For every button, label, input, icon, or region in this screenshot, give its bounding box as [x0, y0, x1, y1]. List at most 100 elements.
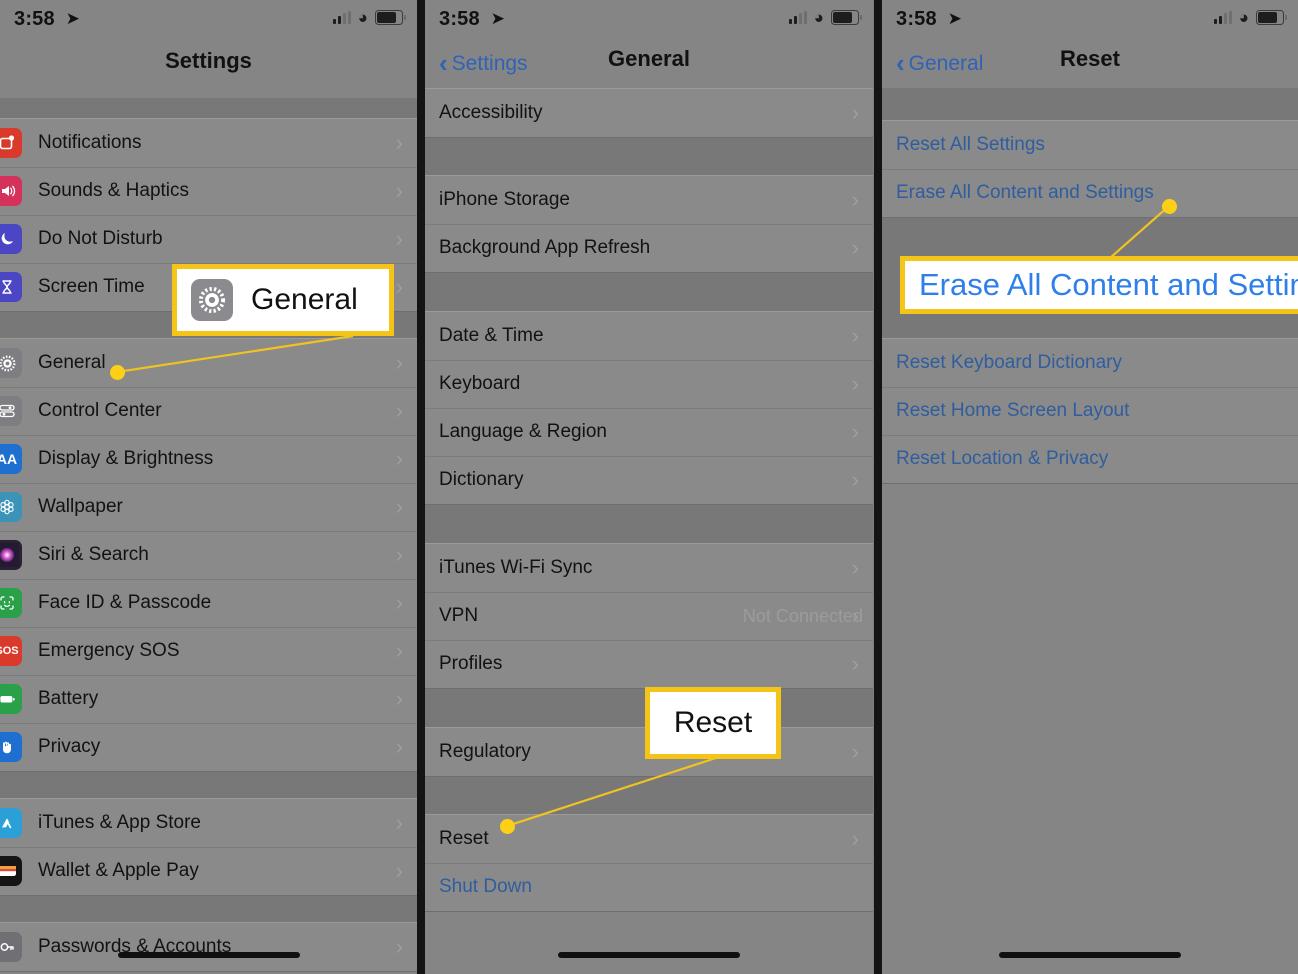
iphone-panel-reset: 3:58 ➤ ◕ ‹ General Reset Reset All Setti…	[882, 0, 1298, 974]
sidebar-item-label: Battery	[38, 688, 99, 709]
do-not-disturb-icon	[0, 224, 22, 254]
control-center-icon	[0, 396, 22, 426]
sidebar-item-label: Display & Brightness	[38, 448, 214, 469]
sidebar-item-face-id-passcode[interactable]: Face ID & Passcode ›	[0, 579, 417, 627]
sidebar-item-display-brightness[interactable]: AA Display & Brightness ›	[0, 435, 417, 483]
chevron-right-icon: ›	[851, 323, 859, 348]
page-title: Settings	[165, 48, 252, 73]
list-item-accessibility[interactable]: Accessibility ›	[425, 89, 873, 137]
list-item-label: iPhone Storage	[439, 189, 570, 210]
screen-time-icon	[0, 272, 22, 302]
face-id-icon	[0, 588, 22, 618]
annotation-dot-reset	[500, 819, 515, 834]
battery-icon	[375, 10, 406, 25]
list-item-itunes-wifi-sync[interactable]: iTunes Wi-Fi Sync ›	[425, 544, 873, 592]
group-gap	[425, 505, 873, 543]
list-item-label: Accessibility	[439, 102, 543, 123]
sidebar-item-passwords-accounts[interactable]: Passwords & Accounts ›	[0, 923, 417, 971]
sidebar-item-battery[interactable]: Battery ›	[0, 675, 417, 723]
list-item-label: Reset Home Screen Layout	[896, 400, 1130, 421]
sounds-haptics-icon	[0, 176, 22, 206]
list-item-label: Keyboard	[439, 373, 521, 394]
chevron-right-icon: ›	[395, 734, 403, 759]
list-item-label: Erase All Content and Settings	[896, 182, 1154, 203]
callout-general-label: General	[251, 283, 358, 316]
sidebar-item-wallpaper[interactable]: Wallpaper ›	[0, 483, 417, 531]
status-bar: 3:58 ➤ ◕	[425, 0, 873, 36]
callout-reset: Reset	[645, 687, 781, 759]
sidebar-item-siri-search[interactable]: Siri & Search ›	[0, 531, 417, 579]
list-item-language-region[interactable]: Language & Region ›	[425, 408, 873, 456]
home-indicator	[117, 952, 300, 958]
list-item-reset-home-screen-layout[interactable]: Reset Home Screen Layout	[882, 387, 1298, 435]
chevron-right-icon: ›	[395, 274, 403, 299]
chevron-right-icon: ›	[395, 686, 403, 711]
list-item-label: Reset All Settings	[896, 134, 1045, 155]
general-group-4: iTunes Wi-Fi Sync › VPN Not Connected › …	[425, 543, 873, 689]
status-bar: 3:58 ➤ ◕	[882, 0, 1298, 36]
home-indicator	[558, 952, 740, 958]
list-item-keyboard[interactable]: Keyboard ›	[425, 360, 873, 408]
status-bar-time-text: 3:58	[896, 8, 937, 30]
sidebar-item-notifications[interactable]: Notifications ›	[0, 119, 417, 167]
location-arrow-icon: ➤	[490, 9, 506, 28]
wifi-icon: ◕	[813, 8, 824, 27]
notifications-icon	[0, 128, 22, 158]
status-bar-indicators: ◕	[788, 8, 862, 27]
sidebar-item-label: Control Center	[38, 400, 162, 421]
list-item-reset-keyboard-dictionary[interactable]: Reset Keyboard Dictionary	[882, 339, 1298, 387]
list-item-reset-all-settings[interactable]: Reset All Settings	[882, 121, 1298, 169]
sidebar-item-privacy[interactable]: Privacy ›	[0, 723, 417, 771]
sidebar-item-general[interactable]: General ›	[0, 339, 417, 387]
list-item-vpn[interactable]: VPN Not Connected ›	[425, 592, 873, 640]
sidebar-item-emergency-sos[interactable]: SOS Emergency SOS ›	[0, 627, 417, 675]
sidebar-item-label: Notifications	[38, 132, 142, 153]
list-item-iphone-storage[interactable]: iPhone Storage ›	[425, 176, 873, 224]
list-item-erase-all-content-and-settings[interactable]: Erase All Content and Settings	[882, 169, 1298, 217]
callout-general: General	[172, 264, 394, 336]
callout-erase-label: Erase All Content and Settings	[919, 267, 1298, 302]
list-item-reset-location-privacy[interactable]: Reset Location & Privacy	[882, 435, 1298, 483]
group-gap	[425, 273, 873, 311]
status-bar-time: 3:58 ➤	[14, 8, 80, 31]
list-item-profiles[interactable]: Profiles ›	[425, 640, 873, 688]
list-item-dictionary[interactable]: Dictionary ›	[425, 456, 873, 504]
general-group-3: Date & Time › Keyboard › Language & Regi…	[425, 311, 873, 505]
gear-icon	[0, 348, 22, 378]
sidebar-item-label: Do Not Disturb	[38, 228, 163, 249]
list-item-label: Shut Down	[439, 876, 532, 897]
status-bar-time-text: 3:58	[439, 8, 480, 30]
sidebar-item-sounds-haptics[interactable]: Sounds & Haptics ›	[0, 167, 417, 215]
settings-group-4: Passwords & Accounts ›	[0, 922, 417, 972]
chevron-right-icon: ›	[851, 187, 859, 212]
sidebar-item-label: Screen Time	[38, 276, 145, 297]
list-item-label: Background App Refresh	[439, 237, 651, 258]
sidebar-item-wallet-apple-pay[interactable]: Wallet & Apple Pay ›	[0, 847, 417, 895]
chevron-right-icon: ›	[395, 398, 403, 423]
chevron-right-icon: ›	[851, 100, 859, 125]
general-group-2: iPhone Storage › Background App Refresh …	[425, 175, 873, 273]
sidebar-item-control-center[interactable]: Control Center ›	[0, 387, 417, 435]
list-item-reset[interactable]: Reset ›	[425, 815, 873, 863]
status-bar-time-text: 3:58	[14, 8, 55, 30]
cellular-signal-icon	[1213, 11, 1232, 24]
display-brightness-icon: AA	[0, 444, 22, 474]
location-arrow-icon: ➤	[947, 9, 963, 28]
chevron-right-icon: ›	[851, 651, 859, 676]
screenshot-stage: 3:58 ➤ ◕ Settings Notifications › Sounds…	[0, 0, 1298, 974]
list-item-background-app-refresh[interactable]: Background App Refresh ›	[425, 224, 873, 272]
sidebar-item-itunes-app-store[interactable]: iTunes & App Store ›	[0, 799, 417, 847]
iphone-panel-general: 3:58 ➤ ◕ ‹ Settings General Accessibilit…	[425, 0, 873, 974]
home-indicator	[999, 952, 1181, 958]
annotation-dot-erase	[1162, 199, 1177, 214]
list-item-date-time[interactable]: Date & Time ›	[425, 312, 873, 360]
page-title: General	[608, 46, 690, 71]
page-title: Reset	[1060, 46, 1120, 71]
reset-group-1: Reset All Settings Erase All Content and…	[882, 120, 1298, 218]
list-item-shut-down[interactable]: Shut Down	[425, 863, 873, 911]
sidebar-item-label: Siri & Search	[38, 544, 149, 565]
reset-nav-bar: ‹ General Reset	[882, 36, 1298, 88]
group-gap	[882, 88, 1298, 120]
gear-icon	[191, 279, 233, 321]
sidebar-item-do-not-disturb[interactable]: Do Not Disturb ›	[0, 215, 417, 263]
